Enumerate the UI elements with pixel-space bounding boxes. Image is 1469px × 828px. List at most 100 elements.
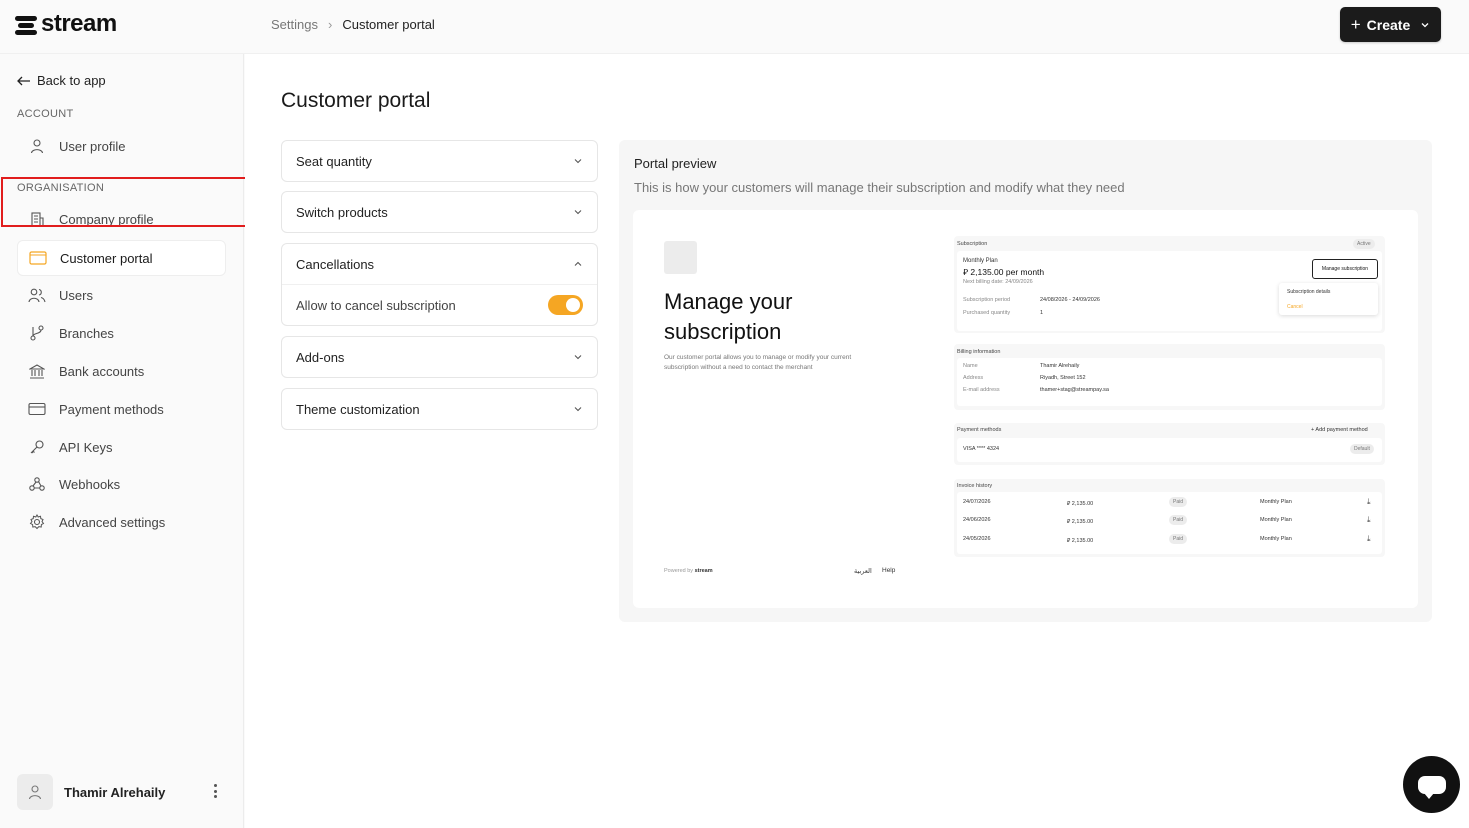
accordion-add-ons[interactable]: Add-ons <box>281 336 598 378</box>
sidebar-item-label: Branches <box>59 325 114 341</box>
download-icon[interactable]: ⤓ <box>1367 534 1371 544</box>
invoice-table: 24/07/2026 ⃁ 2,135.00 Paid Monthly Plan … <box>957 492 1382 554</box>
chevron-down-icon <box>574 210 582 215</box>
breadcrumb-separator: › <box>327 17 333 32</box>
sidebar-item-label: Webhooks <box>59 476 121 492</box>
accordion-header[interactable]: Switch products <box>282 192 597 232</box>
sidebar-item-label: Advanced settings <box>59 514 166 530</box>
avatar <box>17 774 53 810</box>
allow-cancel-toggle[interactable] <box>548 295 583 315</box>
preview-heading: Manage your subscription <box>664 289 793 344</box>
preview-billing-section: Billing information Name Thamir Alrehail… <box>954 344 1385 410</box>
sidebar-item-branches[interactable]: Branches <box>17 315 226 351</box>
create-button[interactable]: + Create <box>1340 7 1441 42</box>
manage-subscription-menu: Subscription details Cancel <box>1279 283 1378 315</box>
sidebar-item-advanced-settings[interactable]: Advanced settings <box>17 504 226 540</box>
branch-icon <box>28 324 46 342</box>
accordion-theme-customization[interactable]: Theme customization <box>281 388 598 430</box>
logo-text: stream <box>41 10 117 37</box>
back-to-app-link[interactable]: Back to app <box>17 73 106 88</box>
accordion-label: Theme customization <box>296 401 420 417</box>
sidebar-item-bank-accounts[interactable]: Bank accounts <box>17 353 226 389</box>
accordion-cancellations[interactable]: Cancellations Allow to cancel subscripti… <box>281 243 598 326</box>
sidebar-item-customer-portal[interactable]: Customer portal <box>17 240 226 276</box>
default-badge: Default <box>1350 444 1374 454</box>
breadcrumb-current: Customer portal <box>342 17 435 32</box>
powered-by-label: Powered by <box>664 568 694 574</box>
invoice-status: Paid <box>1169 497 1188 507</box>
breadcrumb: Settings › Customer portal <box>271 17 435 32</box>
menu-cancel[interactable]: Cancel <box>1287 304 1303 310</box>
preview-card: Manage your subscription Our customer po… <box>633 210 1418 608</box>
invoice-label: Invoice history <box>957 483 993 489</box>
add-payment-method-link[interactable]: + Add payment method <box>1311 427 1368 433</box>
invoice-status: Paid <box>1169 515 1188 525</box>
breadcrumb-settings[interactable]: Settings <box>271 17 318 32</box>
chevron-up-icon <box>574 261 582 266</box>
more-options-icon[interactable] <box>214 784 218 801</box>
manage-subscription-button[interactable]: Manage subscription <box>1312 259 1378 279</box>
user-icon <box>28 785 42 800</box>
preview-payment-section: Payment methods + Add payment method VIS… <box>954 423 1385 465</box>
selection-highlight <box>1 177 254 227</box>
user-menu[interactable]: Thamir Alrehaily <box>17 774 232 810</box>
accordion-header[interactable]: Cancellations <box>282 244 597 284</box>
plus-icon: + <box>1350 14 1361 34</box>
logo-mark-icon <box>15 14 37 35</box>
gear-icon <box>28 513 46 531</box>
billing-name-value: Thamir Alrehaily <box>1040 363 1080 369</box>
billing-address-value: Riyadh, Street 152 <box>1040 375 1086 381</box>
webhook-icon <box>28 475 46 493</box>
sidebar-item-label: User profile <box>59 138 126 154</box>
invoice-plan: Monthly Plan <box>1260 499 1292 505</box>
download-icon[interactable]: ⤓ <box>1367 497 1371 507</box>
menu-subscription-details[interactable]: Subscription details <box>1287 289 1330 295</box>
preview-subtitle: This is how your customers will manage t… <box>634 180 1125 195</box>
accordion-label: Cancellations <box>296 256 375 272</box>
sidebar-item-users[interactable]: Users <box>17 277 226 313</box>
accordion-label: Seat quantity <box>296 153 372 169</box>
payment-card-row: VISA **** 4324 Default <box>957 438 1382 462</box>
powered-by: Powered by stream <box>664 568 713 574</box>
chevron-down-icon <box>1421 22 1429 27</box>
accordion-header[interactable]: Theme customization <box>282 389 597 429</box>
sidebar-item-user-profile[interactable]: User profile <box>17 128 226 164</box>
status-badge: Active <box>1353 239 1375 249</box>
sidebar-item-label: API Keys <box>59 439 113 455</box>
accordion-seat-quantity[interactable]: Seat quantity <box>281 140 598 182</box>
preview-subscription-section: Subscription Active Monthly Plan ⃁ 2,135… <box>954 236 1385 333</box>
sidebar-item-label: Bank accounts <box>59 363 145 379</box>
accordion-header[interactable]: Seat quantity <box>282 141 597 181</box>
subscription-label: Subscription <box>957 241 988 247</box>
invoice-date: 24/05/2026 <box>963 536 991 542</box>
page-title: Customer portal <box>281 89 431 112</box>
chat-launcher-button[interactable] <box>1403 756 1460 813</box>
chevron-down-icon <box>574 407 582 412</box>
accordion-label: Add-ons <box>296 349 345 365</box>
chevron-down-icon <box>574 355 582 360</box>
next-billing: Next billing date: 24/09/2026 <box>963 279 1033 285</box>
sidebar-item-label: Payment methods <box>59 401 164 417</box>
key-icon <box>28 438 46 456</box>
stream-logo[interactable]: stream <box>15 12 117 36</box>
sidebar-item-api-keys[interactable]: API Keys <box>17 429 226 465</box>
bank-icon <box>28 362 46 380</box>
accordion-switch-products[interactable]: Switch products <box>281 191 598 233</box>
accordion-label: Switch products <box>296 204 388 220</box>
sidebar-item-webhooks[interactable]: Webhooks <box>17 466 226 502</box>
sidebar: Back to app ACCOUNT User profile ORGANIS… <box>0 54 244 828</box>
language-link[interactable]: العربية <box>854 567 872 575</box>
credit-card-icon <box>28 400 46 418</box>
help-link[interactable]: Help <box>882 567 895 574</box>
download-icon[interactable]: ⤓ <box>1367 515 1371 525</box>
arrow-left-icon <box>17 76 30 85</box>
period-value: 24/08/2026 - 24/09/2026 <box>1040 297 1100 303</box>
accordion-header[interactable]: Add-ons <box>282 337 597 377</box>
period-label: Subscription period <box>963 297 1011 303</box>
user-icon <box>28 137 46 155</box>
card-number: VISA **** 4324 <box>963 446 1000 452</box>
account-section-label: ACCOUNT <box>17 108 74 120</box>
billing-name-label: Name <box>963 363 978 369</box>
sidebar-item-payment-methods[interactable]: Payment methods <box>17 391 226 427</box>
billing-card: Name Thamir Alrehaily Address Riyadh, St… <box>957 358 1382 406</box>
